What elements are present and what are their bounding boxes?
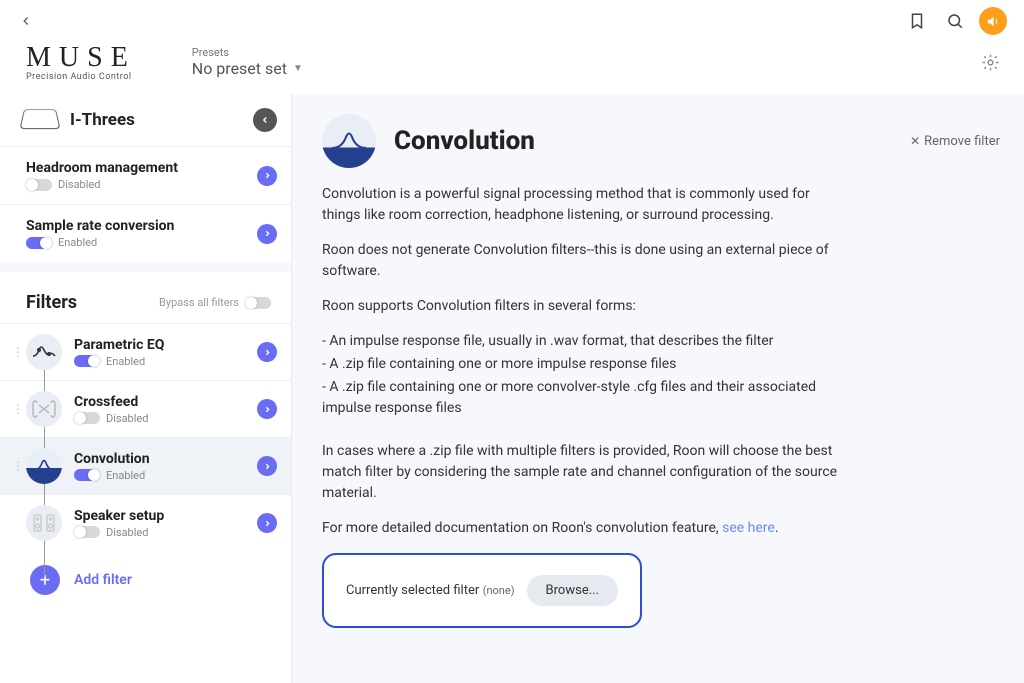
- device-name: I-Threes: [70, 110, 253, 130]
- remove-filter-label: Remove filter: [924, 134, 1000, 149]
- toggle-filter[interactable]: [74, 355, 100, 367]
- selected-filter-box: Currently selected filter (none) Browse.…: [322, 553, 642, 628]
- setting-title: Sample rate conversion: [26, 218, 257, 234]
- content-body: Convolution is a powerful signal process…: [322, 184, 842, 539]
- header: MUSE Precision Audio Control Presets No …: [0, 42, 1024, 94]
- preset-label: Presets: [192, 46, 303, 59]
- bookmark-icon[interactable]: [900, 4, 934, 38]
- convolution-icon: [26, 448, 62, 484]
- drag-handle-icon[interactable]: ⋮⋮: [12, 349, 22, 355]
- chevron-right-icon[interactable]: [257, 166, 277, 186]
- toggle-samplerate[interactable]: [26, 237, 52, 249]
- filters-list: ⋮⋮ Parametric EQ Enabled ⋮⋮: [0, 323, 291, 609]
- chevron-right-icon[interactable]: [257, 342, 277, 362]
- logo: MUSE Precision Audio Control: [26, 42, 136, 82]
- list-item: - An impulse response file, usually in .…: [322, 331, 842, 352]
- speaker-setup-icon: [26, 505, 62, 541]
- top-bar: [0, 0, 1024, 42]
- search-icon[interactable]: [938, 4, 972, 38]
- toggle-headroom[interactable]: [26, 179, 52, 191]
- chevron-right-icon[interactable]: [257, 399, 277, 419]
- logo-text: MUSE: [26, 42, 136, 74]
- preset-selector[interactable]: Presets No preset set ▼: [192, 46, 303, 78]
- crossfeed-icon: [26, 391, 62, 427]
- toggle-filter[interactable]: [74, 412, 100, 424]
- chevron-right-icon[interactable]: [257, 513, 277, 533]
- filters-header: Filters Bypass all filters: [0, 262, 291, 323]
- remove-filter-button[interactable]: ✕ Remove filter: [910, 134, 1000, 149]
- chevron-right-icon[interactable]: [257, 456, 277, 476]
- parametric-eq-icon: [26, 334, 62, 370]
- close-icon: ✕: [910, 134, 920, 148]
- bypass-label: Bypass all filters: [159, 296, 239, 309]
- filter-name: Convolution: [74, 451, 257, 467]
- paragraph: Roon does not generate Convolution filte…: [322, 240, 842, 282]
- filter-name: Parametric EQ: [74, 337, 257, 353]
- drag-handle-icon[interactable]: ⋮⋮: [12, 406, 22, 412]
- toggle-bypass-all[interactable]: [245, 297, 271, 309]
- browse-button[interactable]: Browse...: [527, 575, 618, 606]
- filter-state: Enabled: [106, 469, 145, 482]
- content-title: Convolution: [394, 126, 535, 156]
- filters-title: Filters: [26, 292, 159, 313]
- paragraph: Convolution is a powerful signal process…: [322, 184, 842, 226]
- device-icon: [19, 109, 60, 129]
- volume-badge[interactable]: [976, 4, 1010, 38]
- setting-state: Enabled: [58, 236, 97, 249]
- paragraph: Roon supports Convolution filters in sev…: [322, 296, 842, 317]
- setting-state: Disabled: [58, 178, 100, 191]
- caret-down-icon: ▼: [293, 63, 303, 74]
- setting-samplerate[interactable]: Sample rate conversion Enabled: [0, 204, 291, 262]
- collapse-button[interactable]: [253, 108, 277, 132]
- content-panel: Convolution ✕ Remove filter Convolution …: [292, 94, 1024, 683]
- add-filter-label: Add filter: [74, 572, 132, 588]
- preset-value: No preset set: [192, 59, 287, 78]
- filter-name: Crossfeed: [74, 394, 257, 410]
- convolution-icon: [322, 114, 376, 168]
- chevron-right-icon[interactable]: [257, 224, 277, 244]
- toggle-filter[interactable]: [74, 526, 100, 538]
- setting-title: Headroom management: [26, 160, 257, 176]
- sidebar: I-Threes Headroom management Disabled Sa…: [0, 94, 292, 683]
- selected-filter-label: Currently selected filter: [346, 583, 483, 598]
- back-button[interactable]: [14, 9, 38, 33]
- selected-filter-value: (none): [483, 584, 515, 597]
- device-row[interactable]: I-Threes: [0, 94, 291, 146]
- add-filter-button[interactable]: +: [30, 565, 60, 595]
- paragraph: For more detailed documentation on Roon'…: [322, 518, 842, 539]
- filter-state: Disabled: [106, 526, 148, 539]
- filter-state: Enabled: [106, 355, 145, 368]
- setting-headroom[interactable]: Headroom management Disabled: [0, 146, 291, 204]
- toggle-filter[interactable]: [74, 469, 100, 481]
- filter-name: Speaker setup: [74, 508, 257, 524]
- see-here-link[interactable]: see here: [722, 520, 775, 536]
- drag-handle-icon[interactable]: ⋮⋮: [12, 463, 22, 469]
- logo-subtitle: Precision Audio Control: [26, 72, 136, 82]
- filter-state: Disabled: [106, 412, 148, 425]
- settings-gear-icon[interactable]: [975, 47, 1006, 78]
- list-item: - A .zip file containing one or more con…: [322, 377, 842, 419]
- list-item: - A .zip file containing one or more imp…: [322, 354, 842, 375]
- paragraph: In cases where a .zip file with multiple…: [322, 441, 842, 504]
